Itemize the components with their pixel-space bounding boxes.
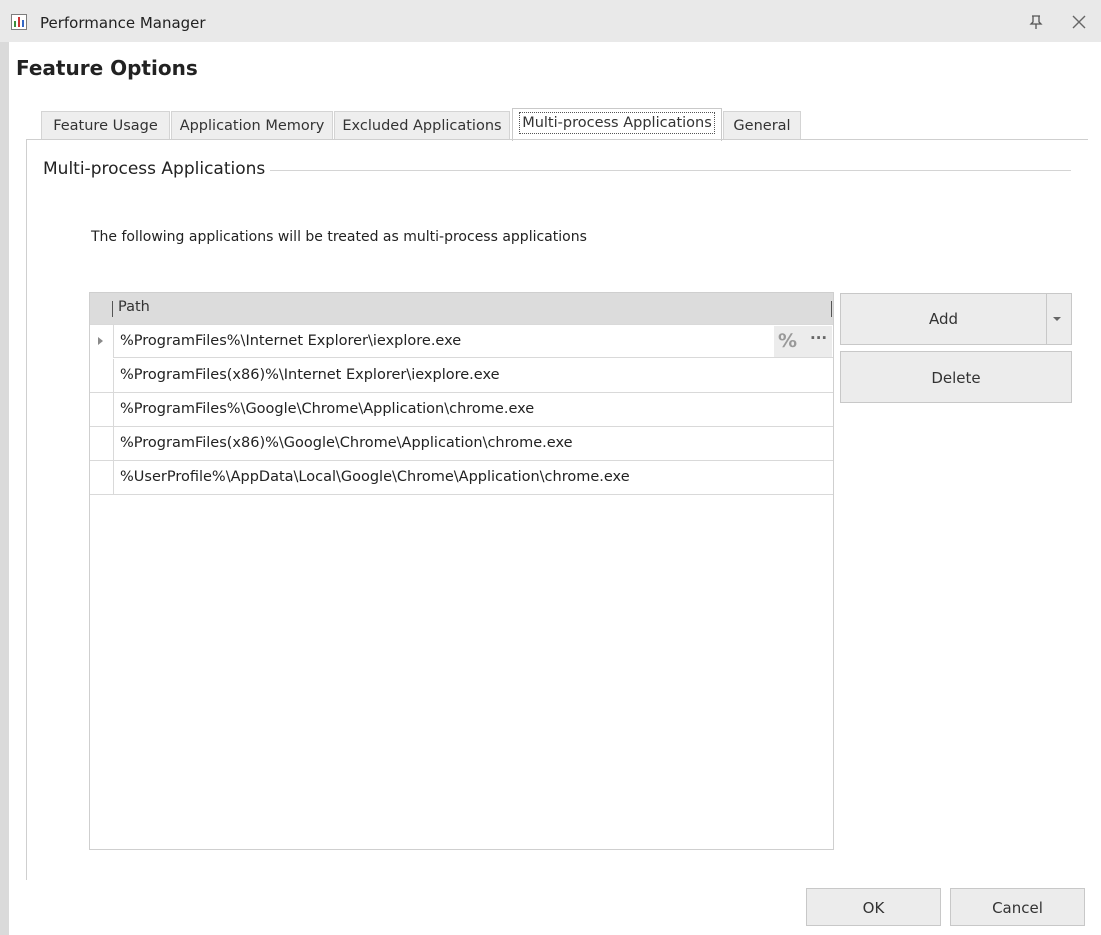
row-indicator[interactable]: [90, 393, 114, 426]
path-cell[interactable]: %ProgramFiles(x86)%\Google\Chrome\Applic…: [120, 435, 573, 451]
tab-excluded-applications[interactable]: Excluded Applications: [334, 111, 510, 140]
tab-multi-process-applications[interactable]: Multi-process Applications: [512, 108, 722, 141]
variable-button[interactable]: %: [778, 330, 797, 352]
split-divider: [1046, 294, 1047, 344]
chevron-down-icon[interactable]: [1053, 317, 1061, 321]
title-bar: Performance Manager: [0, 0, 1101, 42]
cancel-button[interactable]: Cancel: [950, 888, 1085, 926]
applications-grid[interactable]: Path %ProgramFiles%\Internet Explorer\ie…: [89, 292, 834, 850]
delete-button[interactable]: Delete: [840, 351, 1072, 403]
path-cell[interactable]: %ProgramFiles(x86)%\Internet Explorer\ie…: [120, 367, 500, 383]
table-row[interactable]: %ProgramFiles%\Internet Explorer\iexplor…: [90, 324, 833, 358]
close-icon[interactable]: [1069, 12, 1089, 32]
path-cell[interactable]: %UserProfile%\AppData\Local\Google\Chrom…: [120, 469, 630, 485]
pin-icon[interactable]: [1026, 12, 1046, 32]
row-indicator[interactable]: [90, 461, 114, 494]
row-indicator[interactable]: [90, 359, 114, 392]
table-row[interactable]: %UserProfile%\AppData\Local\Google\Chrom…: [90, 461, 833, 495]
chart-app-icon: [11, 14, 27, 30]
cell-editor-buttons: % ···: [774, 326, 832, 357]
table-row[interactable]: %ProgramFiles(x86)%\Internet Explorer\ie…: [90, 359, 833, 393]
window-title: Performance Manager: [40, 14, 206, 32]
path-cell[interactable]: %ProgramFiles%\Internet Explorer\iexplor…: [120, 333, 461, 349]
group-title: Multi-process Applications: [43, 159, 270, 179]
column-header-path[interactable]: Path: [118, 299, 150, 315]
window-left-edge: [0, 42, 9, 935]
group-divider: [270, 170, 1071, 171]
tab-feature-usage[interactable]: Feature Usage: [41, 111, 170, 140]
description-text: The following applications will be treat…: [91, 229, 587, 245]
row-indicator[interactable]: [90, 427, 114, 460]
ok-button[interactable]: OK: [806, 888, 941, 926]
page-title: Feature Options: [16, 56, 198, 80]
table-row[interactable]: %ProgramFiles%\Google\Chrome\Application…: [90, 393, 833, 427]
table-row[interactable]: %ProgramFiles(x86)%\Google\Chrome\Applic…: [90, 427, 833, 461]
current-row-icon: [98, 337, 103, 345]
row-indicator[interactable]: [90, 325, 114, 358]
tab-application-memory[interactable]: Application Memory: [171, 111, 333, 140]
grid-header: Path: [90, 293, 833, 324]
add-button-label: Add: [928, 310, 959, 328]
browse-button[interactable]: ···: [810, 329, 827, 347]
tab-general[interactable]: General: [723, 111, 801, 140]
column-separator[interactable]: [831, 301, 832, 317]
column-separator[interactable]: [112, 301, 113, 317]
path-cell[interactable]: %ProgramFiles%\Google\Chrome\Application…: [120, 401, 534, 417]
add-button[interactable]: Add: [840, 293, 1072, 345]
